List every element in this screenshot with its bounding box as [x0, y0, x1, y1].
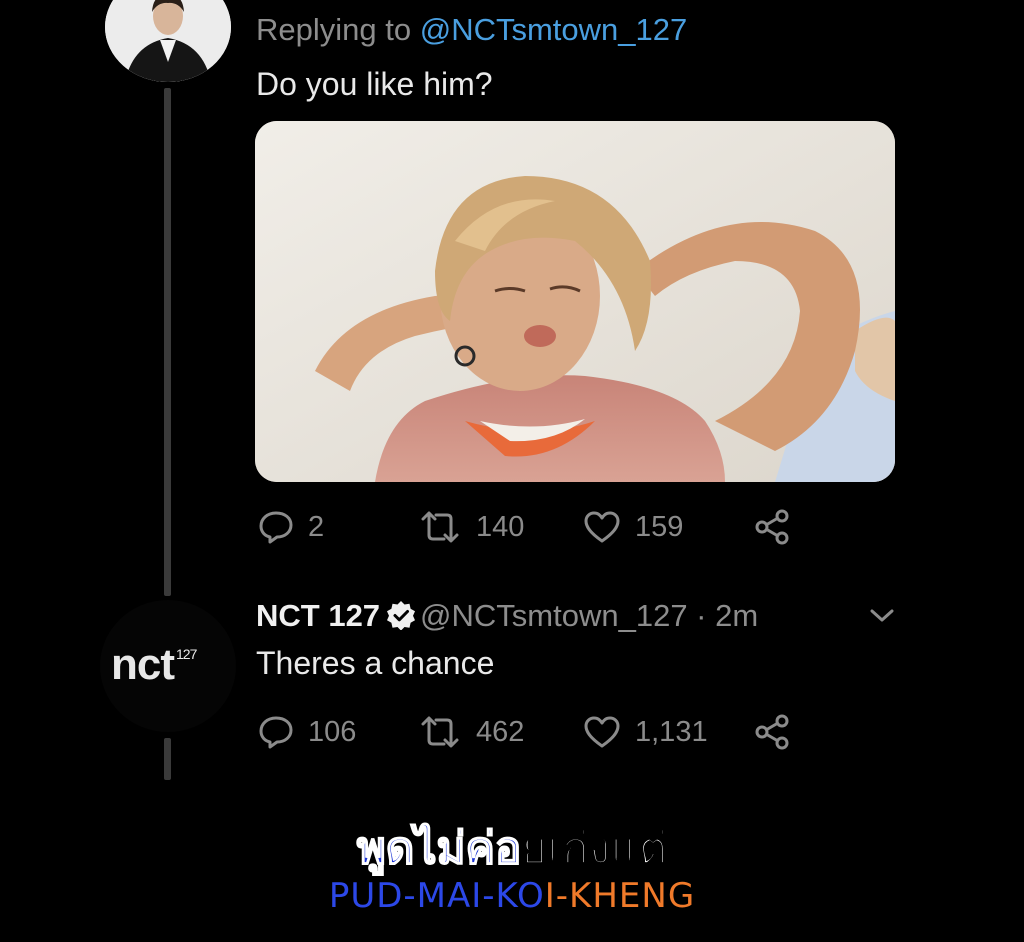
avatar[interactable] — [105, 0, 231, 82]
reply-count-2: 106 — [308, 715, 357, 748]
subtitle-romanization: PUD-MAI-KOI-KHENG — [0, 876, 1024, 916]
like-button[interactable]: 159 — [583, 509, 753, 545]
tweet-text-2: Theres a chance — [256, 645, 495, 681]
reply-button-2[interactable]: 106 — [258, 714, 418, 750]
retweet-icon — [421, 716, 459, 748]
subtitle-thai-highlight: พูดไม่ค่อ — [356, 822, 522, 875]
retweet-icon — [421, 511, 459, 543]
replying-handle-link[interactable]: @NCTsmtown_127 — [420, 12, 688, 47]
tweet-text: Do you like him? — [256, 66, 493, 102]
tweet-header: NCT 127 @NCTsmtown_127 · 2m — [256, 598, 758, 638]
handle-and-time: @NCTsmtown_127 · 2m — [420, 598, 759, 633]
tweet-actions-2: 106 462 1,131 — [258, 713, 791, 751]
retweet-button-2[interactable]: 462 — [418, 714, 583, 750]
replying-prefix: Replying to — [256, 12, 420, 47]
media-photo — [255, 121, 895, 482]
tweet-media-image[interactable] — [255, 121, 895, 482]
share-button-2[interactable] — [753, 713, 791, 751]
retweet-count: 140 — [476, 510, 525, 543]
chevron-down-icon[interactable] — [868, 606, 896, 631]
replying-to: Replying to @NCTsmtown_127 — [256, 12, 687, 48]
subtitle-thai: พูดไม่ค่อยเก่งแต่ — [0, 818, 1024, 880]
subtitle-thai-rest: ยเก่งแต่ — [521, 822, 668, 875]
reply-count: 2 — [308, 510, 325, 543]
retweet-count-2: 462 — [476, 715, 525, 748]
avatar-photo — [105, 0, 231, 82]
like-icon — [584, 716, 620, 748]
share-button[interactable] — [753, 508, 791, 546]
like-button-2[interactable]: 1,131 — [583, 714, 753, 750]
reply-button[interactable]: 2 — [258, 509, 418, 545]
retweet-button[interactable]: 140 — [418, 509, 583, 545]
like-count-2: 1,131 — [635, 715, 708, 748]
subtitle-rom-rest: I-KHENG — [544, 876, 696, 916]
display-name[interactable]: NCT 127 — [256, 598, 380, 633]
tweet-actions: 2 140 159 — [258, 508, 791, 546]
thread-line-bottom — [164, 738, 171, 780]
subtitle-rom-highlight: PUD-MAI-KO — [328, 876, 545, 916]
logo-main: nct — [111, 640, 175, 689]
nct127-logo: nct 127 — [111, 640, 197, 690]
share-icon — [755, 714, 789, 750]
thread-line-top — [164, 88, 171, 596]
verified-icon — [386, 600, 416, 638]
like-icon — [584, 511, 620, 543]
like-count: 159 — [635, 510, 684, 543]
reply-icon — [259, 511, 293, 544]
reply-icon — [259, 716, 293, 749]
share-icon — [755, 509, 789, 545]
logo-sup: 127 — [176, 646, 197, 662]
